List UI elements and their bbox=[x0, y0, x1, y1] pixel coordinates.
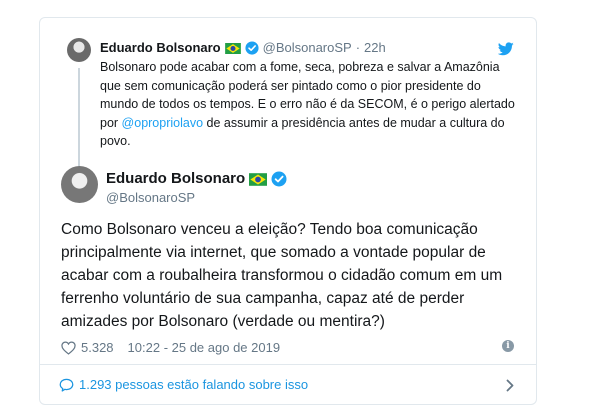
quoted-avatar[interactable] bbox=[67, 38, 91, 62]
brazil-flag-icon bbox=[224, 42, 241, 54]
quoted-handle[interactable]: @BolsonaroSP bbox=[263, 40, 352, 56]
tweet-footer: 5.328 10:22 - 25 de ago de 2019 bbox=[61, 340, 280, 355]
conversation-label[interactable]: 1.293 pessoas estão falando sobre isso bbox=[79, 377, 308, 392]
author-avatar[interactable] bbox=[61, 166, 98, 203]
thread-line bbox=[78, 68, 80, 174]
divider bbox=[40, 364, 536, 365]
dot-separator: · bbox=[355, 40, 361, 55]
verified-badge-icon bbox=[271, 171, 287, 187]
quoted-header: Eduardo Bolsonaro @BolsonaroSP · 22h bbox=[100, 40, 386, 56]
like-count[interactable]: 5.328 bbox=[81, 340, 114, 355]
tweet-timestamp[interactable]: 10:22 - 25 de ago de 2019 bbox=[128, 340, 281, 355]
verified-badge-icon bbox=[245, 41, 259, 55]
mention-link[interactable]: @opropriolavo bbox=[122, 116, 203, 130]
tweet-text: Como Bolsonaro venceu a eleição? Tendo b… bbox=[61, 221, 503, 330]
twitter-bird-icon[interactable] bbox=[498, 42, 514, 56]
comment-bubble-icon bbox=[59, 378, 74, 392]
author-name[interactable]: Eduardo Bolsonaro bbox=[106, 170, 245, 188]
quoted-tweet-text: Bolsonaro pode acabar com a fome, seca, … bbox=[100, 58, 520, 151]
quoted-time[interactable]: 22h bbox=[364, 40, 386, 56]
embedded-tweet-card[interactable]: Eduardo Bolsonaro @BolsonaroSP · 22h Bol… bbox=[39, 17, 537, 405]
heart-icon[interactable] bbox=[61, 340, 76, 355]
chevron-right-icon[interactable] bbox=[506, 379, 514, 392]
quoted-author-name[interactable]: Eduardo Bolsonaro bbox=[100, 40, 221, 56]
author-name-row[interactable]: Eduardo Bolsonaro bbox=[106, 170, 287, 188]
brazil-flag-icon bbox=[249, 172, 268, 186]
conversation-link[interactable]: 1.293 pessoas estão falando sobre isso bbox=[59, 377, 308, 392]
author-handle[interactable]: @BolsonaroSP bbox=[106, 190, 195, 205]
info-icon[interactable]: i bbox=[502, 340, 514, 352]
